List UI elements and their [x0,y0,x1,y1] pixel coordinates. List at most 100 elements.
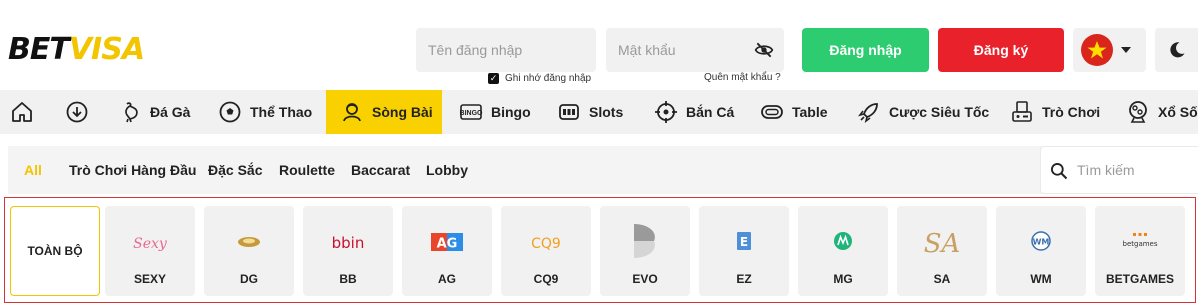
nav-da-ga[interactable]: Đá Gà [118,90,190,134]
provider-name: SA [933,272,951,286]
wm-logo-icon: WM [1031,231,1051,251]
login-button[interactable]: Đăng nhập [802,28,929,72]
nav-xo-so[interactable]: Xổ Số [1126,90,1198,134]
betvisa-logo[interactable]: BETVISA [8,30,145,70]
nav-label: Slots [589,104,624,120]
evo-logo-icon [634,224,655,258]
sexy-logo-icon: Sexy [133,236,168,252]
filter-baccarat[interactable]: Baccarat [351,146,410,194]
nav-cuoc-sieu-toc[interactable]: Cược Siêu Tốc [857,90,989,134]
language-selector[interactable] [1073,28,1146,72]
nav-label: Đá Gà [150,104,191,120]
sexy-logo-text: Sexy [133,236,168,252]
nav-label: Sòng Bài [372,104,433,120]
wm-logo-text: WM [1033,238,1050,247]
target-icon [655,101,677,123]
provider-all-label: TOÀN BỘ [27,244,83,258]
provider-name: BB [339,272,357,286]
nav-table[interactable]: Table [760,90,828,134]
table-icon [761,105,783,119]
filter-featured[interactable]: Đặc Sắc [208,146,262,194]
search-input[interactable] [1077,147,1195,193]
provider-name: CQ9 [533,272,559,286]
username-input[interactable] [416,28,596,72]
nav-tro-choi[interactable]: Trò Chơi [1010,90,1100,134]
sa-logo-icon: SA [924,229,961,258]
nav-label: Table [792,104,828,120]
svg-text:BINGO: BINGO [460,110,483,117]
category-filters: All Trò Chơi Hàng Đầu Đặc Sắc Roulette B… [8,146,1198,194]
filter-top-games[interactable]: Trò Chơi Hàng Đầu [69,146,196,194]
checkbox-checked-icon[interactable]: ✓ [488,73,499,84]
bbin-logo-text: bbin [332,234,365,252]
dealer-icon [343,103,361,122]
arcade-icon [1012,101,1032,122]
provider-name: BETGAMES [1105,272,1174,286]
vietnam-flag-icon [1081,34,1113,66]
provider-name: MG [833,272,853,286]
username-field[interactable] [416,28,596,72]
cq9-logo-icon: CQ9 [531,236,561,252]
provider-wm[interactable]: WM WM [996,206,1086,296]
provider-name: SEXY [133,272,166,286]
betgames-logo-text: betgames [1123,240,1158,248]
rocket-icon [858,103,878,123]
provider-sexy[interactable]: Sexy SEXY [105,206,195,296]
eye-slash-icon[interactable] [754,40,774,60]
ag-logo-text: AG [437,237,458,252]
nav-slots[interactable]: Slots [557,90,623,134]
provider-bb[interactable]: bbin BB [303,206,393,296]
register-button[interactable]: Đăng ký [938,28,1064,72]
mg-logo-icon [834,232,852,250]
logo-visa: VISA [68,32,145,67]
nav-label: Bắn Cá [686,104,735,120]
provider-ag[interactable]: AG AG [402,206,492,296]
theme-toggle[interactable] [1155,28,1198,72]
provider-betgames[interactable]: betgames BETGAMES [1095,206,1185,296]
dg-logo-icon [238,237,260,247]
ez-logo-text: E [740,235,748,249]
chevron-down-icon [1121,47,1131,53]
provider-all[interactable]: TOÀN BỘ [10,206,100,296]
bingo-icon: BINGO [460,104,483,120]
main-nav: Đá Gà Thể Thao Sòng Bài BINGO Bingo Slot… [0,90,1198,134]
bbin-logo-icon: bbin [332,234,365,252]
provider-sa[interactable]: SA SA [897,206,987,296]
provider-list: TOÀN BỘ Sexy SEXY DG bbin BB AG AG CQ9 C… [4,197,1196,303]
provider-name: EZ [736,272,752,286]
ag-logo-icon: AG [431,233,463,252]
filter-roulette[interactable]: Roulette [279,146,335,194]
remember-me[interactable]: ✓ Ghi nhớ đăng nhập [488,73,591,84]
provider-cq9[interactable]: CQ9 CQ9 [501,206,591,296]
nav-label: Thể Thao [250,104,313,120]
provider-name: EVO [632,272,658,286]
nav-home[interactable] [10,90,34,134]
provider-name: AG [438,272,456,286]
rooster-icon [125,102,138,123]
provider-dg[interactable]: DG [204,206,294,296]
cq9-logo-text: CQ9 [531,236,561,252]
nav-the-thao[interactable]: Thể Thao [218,90,312,134]
download-icon [66,101,88,123]
nav-label: Bingo [491,104,531,120]
nav-bingo[interactable]: BINGO Bingo [459,90,531,134]
nav-ban-ca[interactable]: Bắn Cá [654,90,734,134]
provider-name: DG [240,272,258,286]
moon-icon [1170,42,1185,58]
provider-mg[interactable]: MG [798,206,888,296]
slot-machine-icon [559,104,579,120]
sa-logo-text: SA [924,229,961,258]
password-field[interactable] [606,28,784,72]
nav-song-bai[interactable]: Sòng Bài [326,90,442,134]
nav-download[interactable] [65,90,89,134]
search-box[interactable] [1040,146,1198,194]
filter-lobby[interactable]: Lobby [426,146,468,194]
forgot-password-link[interactable]: Quên mật khẩu ? [704,72,781,83]
betgames-logo-icon: betgames [1123,233,1158,248]
lottery-icon [1129,101,1147,123]
provider-evo[interactable]: EVO [600,206,690,296]
logo-bet: BET [8,32,70,67]
provider-ez[interactable]: E EZ [699,206,789,296]
filter-all[interactable]: All [24,146,42,194]
provider-name: WM [1030,272,1052,286]
